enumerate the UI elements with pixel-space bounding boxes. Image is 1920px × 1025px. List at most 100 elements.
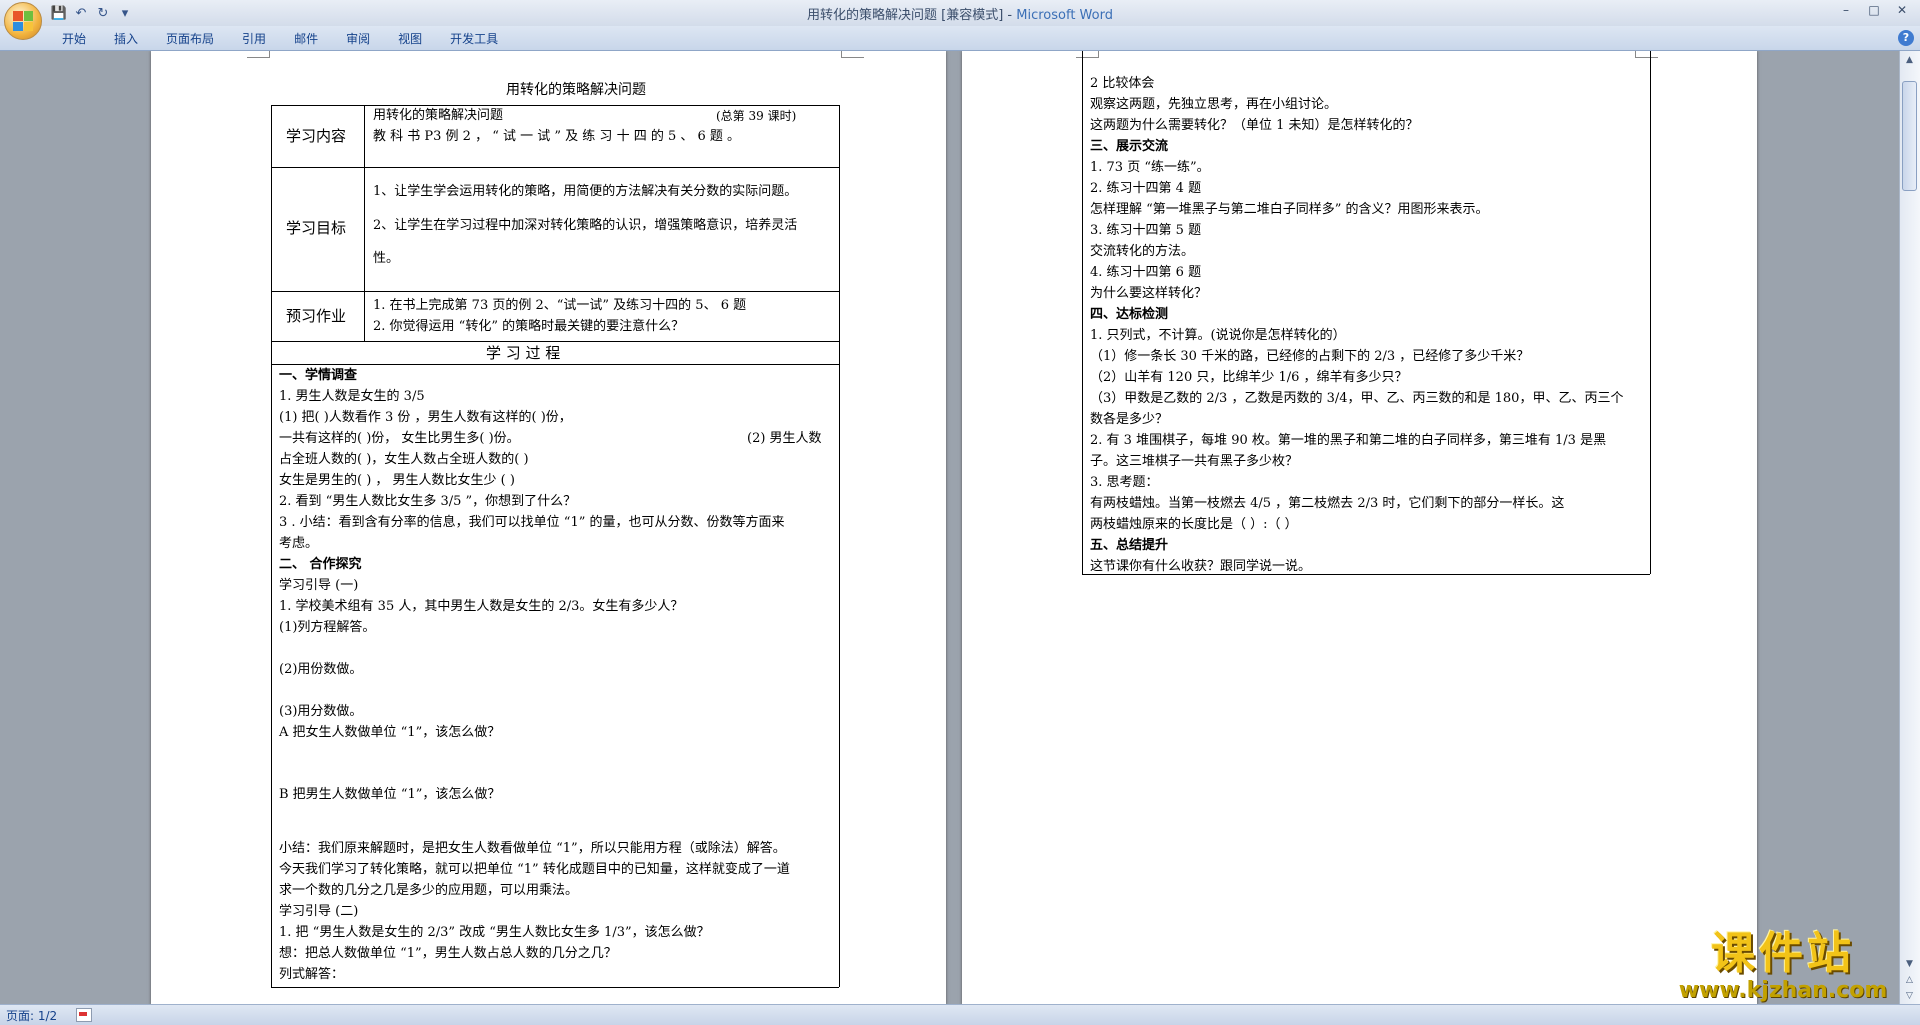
table-border — [271, 364, 839, 365]
table-border — [839, 105, 840, 987]
body-line: 今天我们学习了转化策略，就可以把单位 “1” 转化成题目中的已知量，这样就变成了… — [279, 862, 790, 877]
proofing-icon[interactable] — [76, 1008, 92, 1022]
page-title: 用转化的策略解决问题 — [506, 82, 646, 98]
section-heading: 三、展示交流 — [1090, 139, 1169, 154]
scroll-thumb[interactable] — [1902, 81, 1917, 191]
body-line: 占全班人数的( )，女生人数占全班人数的( ) — [279, 452, 529, 467]
body-line: 考虑。 — [279, 536, 319, 551]
goal-2a: 2、让学生在学习过程中加深对转化策略的认识，增强策略意识，培养灵活 — [373, 218, 798, 233]
body-line: 3. 思考题： — [1090, 475, 1159, 490]
next-page-icon[interactable]: ▽ — [1902, 989, 1917, 1003]
table-border — [364, 105, 365, 341]
body-line: 怎样理解 “第一堆黑子与第二堆白子同样多” 的含义？用图形来表示。 — [1090, 202, 1489, 217]
body-line: 有两枝蜡烛。当第一枝燃去 4/5 ，第二枝燃去 2/3 时，它们剩下的部分一样长… — [1090, 496, 1565, 511]
section-heading: 二、 合作探究 — [279, 557, 362, 572]
app-name: Microsoft Word — [1016, 8, 1113, 23]
body-line: 列式解答： — [279, 967, 345, 982]
body-line: (2)用份数做。 — [279, 662, 363, 677]
body-line: 想：把总人数做单位 “1”，男生人数占总人数的几分之几？ — [279, 946, 617, 961]
body-line: 1. 只列式，不计算。(说说你是怎样转化的） — [1090, 328, 1346, 343]
body-line: 交流转化的方法。 — [1090, 244, 1195, 259]
help-icon[interactable]: ? — [1898, 30, 1914, 46]
body-line: 这节课你有什么收获？跟同学说一说。 — [1090, 559, 1312, 574]
body-line: (1)列方程解答。 — [279, 620, 376, 635]
body-line: B 把男生人数做单位 “1”，该怎么做？ — [279, 787, 501, 802]
section-heading: 四、达标检测 — [1090, 307, 1169, 322]
lesson-number: (总第 39 课时) — [716, 109, 797, 123]
body-line: 女生是男生的( ) ， 男生人数比女生少 ( ) — [279, 473, 515, 488]
tab-home[interactable]: 开始 — [48, 28, 100, 49]
label-goals: 学习目标 — [286, 219, 347, 237]
window-title: 用转化的策略解决问题 [兼容模式] - Microsoft Word — [0, 4, 1920, 23]
title-bar: 💾 ↶ ↻ ▾ 用转化的策略解决问题 [兼容模式] - Microsoft Wo… — [0, 0, 1920, 26]
body-line: 3 . 小结：看到含有分率的信息，我们可以找单位 “1” 的量，也可从分数、份数… — [279, 515, 785, 530]
watermark: 课件站 www.kjzhan.com — [1668, 930, 1898, 1004]
tab-insert[interactable]: 插入 — [100, 28, 152, 49]
tab-mailings[interactable]: 邮件 — [280, 28, 332, 49]
page-2: 2 比较体会 观察这两题，先独立思考，再在小组讨论。 这两题为什么需要转化？（单… — [962, 51, 1757, 1005]
tab-review[interactable]: 审阅 — [332, 28, 384, 49]
document-area: 用转化的策略解决问题 学习内容 用转化的策略解决问题 (总第 39 课时) 教 … — [0, 51, 1900, 1005]
table-border — [271, 291, 839, 292]
body-line: 学习引导 (二) — [279, 904, 359, 919]
previous-page-icon[interactable]: △ — [1902, 973, 1917, 987]
tab-page-layout[interactable]: 页面布局 — [152, 28, 228, 49]
table-border — [271, 167, 839, 168]
crop-mark — [1635, 51, 1658, 58]
body-line: 2. 练习十四第 4 题 — [1090, 181, 1202, 196]
prep-2: 2. 你觉得运用 “转化” 的策略时最关键的要注意什么？ — [373, 319, 685, 334]
body-line: 2. 看到 “男生人数比女生多 3/5 ”，你想到了什么？ — [279, 494, 577, 509]
close-icon[interactable]: ✕ — [1888, 0, 1916, 20]
scroll-down-icon[interactable]: ▼ — [1902, 957, 1917, 971]
body-line: 1. 学校美术组有 35 人，其中男生人数是女生的 2/3。女生有多少人？ — [279, 599, 684, 614]
document-title: 用转化的策略解决问题 [兼容模式] - — [807, 8, 1017, 23]
body-line: 3. 练习十四第 5 题 — [1090, 223, 1202, 238]
table-border — [271, 341, 839, 342]
page-count[interactable]: 页面: 1/2 — [6, 1007, 57, 1024]
body-line: (1) 把( )人数看作 3 份 ，男生人数有这样的( )份， — [279, 410, 572, 425]
maximize-icon[interactable]: □ — [1860, 0, 1888, 20]
body-line: 1. 73 页 “练一练”。 — [1090, 160, 1210, 175]
table-border — [1082, 51, 1083, 574]
ribbon-tabs: 开始 插入 页面布局 引用 邮件 审阅 视图 开发工具 — [48, 28, 512, 49]
minimize-icon[interactable]: – — [1832, 0, 1860, 20]
label-content: 学习内容 — [286, 127, 347, 145]
body-line: 一共有这样的( )份， 女生比男生多( )份。 — [279, 431, 520, 446]
table-border — [271, 105, 839, 106]
crop-mark — [841, 51, 864, 58]
tab-view[interactable]: 视图 — [384, 28, 436, 49]
watermark-url: www.kjzhan.com — [1678, 978, 1888, 1003]
ribbon: 开始 插入 页面布局 引用 邮件 审阅 视图 开发工具 ? — [0, 26, 1920, 51]
body-line: （3）甲数是乙数的 2/3 ，乙数是丙数的 3/4，甲、乙、丙三数的和是 180… — [1090, 391, 1624, 406]
body-line: 1. 把 “男生人数是女生的 2/3” 改成 “男生人数比女生多 1/3”，该怎… — [279, 925, 710, 940]
table-border — [271, 105, 272, 987]
vertical-scrollbar[interactable]: ▲ ▼ △ ▽ — [1899, 51, 1920, 1005]
body-line: 这两题为什么需要转化？（单位 1 未知）是怎样转化的？ — [1090, 118, 1419, 133]
table-border — [271, 987, 839, 988]
body-line: 子。这三堆棋子一共有黑子多少枚？ — [1090, 454, 1299, 469]
process-heading: 学 习 过 程 — [486, 344, 561, 362]
status-bar: 页面: 1/2 — [0, 1004, 1920, 1025]
body-line: 数各是多少？ — [1090, 412, 1169, 427]
goal-1: 1、让学生学会运用转化的策略，用简便的方法解决有关分数的实际问题。 — [373, 184, 798, 199]
body-line: 4. 练习十四第 6 题 — [1090, 265, 1202, 280]
body-line: 2 比较体会 — [1090, 76, 1155, 91]
crop-mark — [1076, 51, 1099, 58]
table-border — [1650, 51, 1651, 574]
body-line: 求一个数的几分之几是多少的应用题，可以用乘法。 — [279, 883, 579, 898]
body-line: 观察这两题，先独立思考，再在小组讨论。 — [1090, 97, 1338, 112]
tab-developer[interactable]: 开发工具 — [436, 28, 512, 49]
body-line: 学习引导 (一) — [279, 578, 359, 593]
goal-2b: 性。 — [373, 251, 400, 266]
body-line: （1）修一条长 30 千米的路，已经修的占剩下的 2/3 ，已经修了多少千米？ — [1090, 349, 1530, 364]
section-heading: 一、学情调查 — [279, 368, 358, 383]
body-line: A 把女生人数做单位 “1”，该怎么做？ — [279, 725, 501, 740]
body-line: （2）山羊有 120 只，比绵羊少 1/6 ，绵羊有多少只？ — [1090, 370, 1408, 385]
office-logo-icon — [13, 11, 33, 31]
body-line: 1. 男生人数是女生的 3/5 — [279, 389, 425, 404]
window-controls: – □ ✕ — [1832, 0, 1916, 20]
scroll-up-icon[interactable]: ▲ — [1902, 53, 1917, 67]
content-line2: 教 科 书 P3 例 2 ， “ 试 一 试 ” 及 练 习 十 四 的 5 、… — [373, 129, 741, 144]
tab-references[interactable]: 引用 — [228, 28, 280, 49]
office-button[interactable] — [4, 2, 42, 40]
